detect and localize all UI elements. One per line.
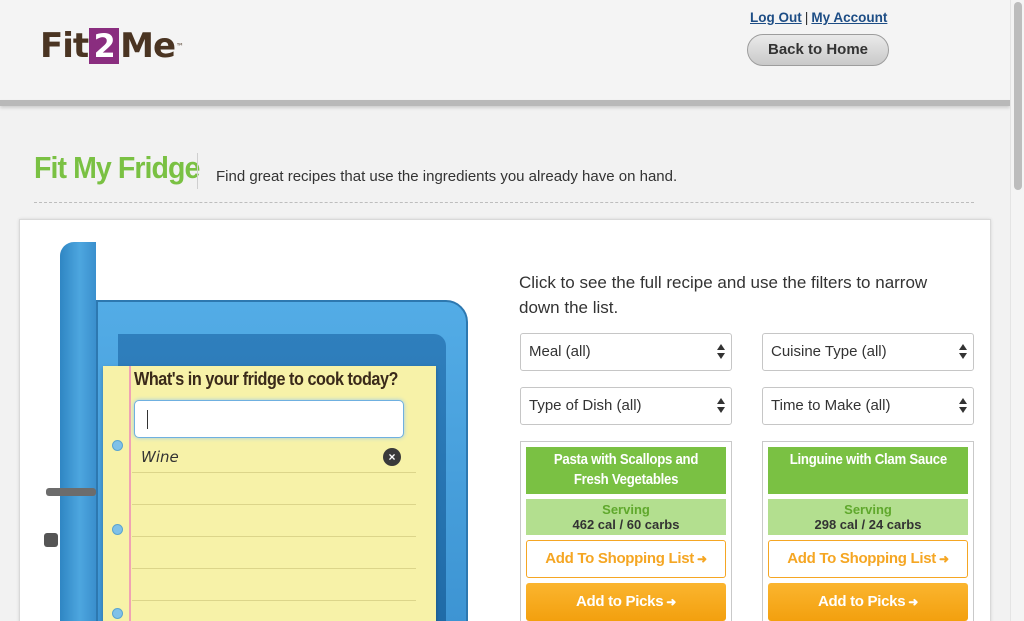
account-links: Log Out | My Account [750, 9, 887, 25]
notepad-line [132, 536, 416, 537]
serving-info: Serving 462 cal / 60 carbs [526, 499, 726, 535]
ingredient-item: Wine [141, 448, 179, 466]
page-scrollbar[interactable] [1010, 0, 1024, 621]
serving-label: Serving [844, 502, 892, 517]
arrow-right-icon: ➜ [908, 595, 918, 609]
dish-filter-value: Type of Dish (all) [529, 397, 642, 414]
fit2me-logo[interactable]: Fit 2 Me ™ [40, 26, 184, 66]
logo-part-me: Me [120, 26, 176, 66]
logo-part-fit: Fit [40, 26, 89, 66]
serving-label: Serving [602, 502, 650, 517]
fridge-door-illustration [60, 242, 96, 621]
picks-label: Add to Picks [575, 593, 664, 610]
recipe-card: Pasta with Scallops and Fresh Vegetables… [520, 441, 732, 621]
meal-filter-select[interactable]: Meal (all) [520, 333, 732, 371]
recipe-title-text: Linguine with Clam Sauce [789, 451, 947, 468]
fridge-prompt: What's in your fridge to cook today? [134, 369, 398, 389]
dish-filter-select[interactable]: Type of Dish (all) [520, 387, 732, 425]
site-header: Fit 2 Me ™ Log Out | My Account Back to Ho… [0, 0, 1010, 100]
my-account-link[interactable]: My Account [811, 10, 887, 25]
fridge-handle-icon [44, 533, 58, 547]
page-description: Find great recipes that use the ingredie… [216, 168, 678, 185]
shopping-list-label: Add To Shopping List [787, 550, 936, 567]
serving-value: 298 cal / 24 carbs [814, 517, 922, 532]
notepad-line [132, 504, 416, 505]
add-to-picks-button[interactable]: Add to Picks ➜ [526, 583, 726, 621]
remove-ingredient-icon[interactable]: × [383, 448, 401, 466]
arrow-right-icon: ➜ [666, 595, 676, 609]
link-separator: | [804, 9, 809, 25]
add-to-shopping-list-button[interactable]: Add To Shopping List ➜ [526, 540, 726, 578]
notepad-line [132, 600, 416, 601]
recipe-title-text: Pasta with Scallops and Fresh Vegetables [553, 451, 699, 488]
shopping-list-label: Add To Shopping List [545, 550, 694, 567]
results-instructions: Click to see the full recipe and use the… [519, 273, 928, 317]
serving-value: 462 cal / 60 carbs [572, 517, 680, 532]
fridge-hinge-icon [46, 488, 96, 496]
logout-link[interactable]: Log Out [750, 10, 802, 25]
picks-label: Add to Picks [817, 593, 906, 610]
add-to-picks-button[interactable]: Add to Picks ➜ [768, 583, 968, 621]
back-to-home-button[interactable]: Back to Home [747, 34, 889, 66]
notepad-line [132, 568, 416, 569]
logo-part-2: 2 [89, 28, 120, 64]
serving-info: Serving 298 cal / 24 carbs [768, 499, 968, 535]
arrow-right-icon: ➜ [696, 552, 707, 566]
recipe-title[interactable]: Linguine with Clam Sauce [768, 447, 968, 494]
title-divider [197, 153, 198, 189]
notepad-hole-icon [112, 608, 123, 619]
logo-trademark: ™ [176, 41, 184, 51]
meal-filter-value: Meal (all) [529, 343, 591, 360]
recipe-title[interactable]: Pasta with Scallops and Fresh Vegetables [526, 447, 726, 494]
add-to-shopping-list-button[interactable]: Add To Shopping List ➜ [768, 540, 968, 578]
page-title: Fit My Fridge [34, 150, 200, 185]
dashed-divider [34, 202, 974, 203]
time-filter-value: Time to Make (all) [771, 397, 891, 414]
cuisine-filter-value: Cuisine Type (all) [771, 343, 887, 360]
time-filter-select[interactable]: Time to Make (all) [762, 387, 974, 425]
header-divider [0, 100, 1010, 106]
notepad-line [132, 472, 416, 473]
ingredient-notepad: What's in your fridge to cook today? Win… [103, 366, 436, 621]
recipe-card: Linguine with Clam Sauce Serving 298 cal… [762, 441, 974, 621]
text-caret [147, 410, 148, 429]
ingredient-input[interactable] [134, 400, 404, 438]
notepad-hole-icon [112, 440, 123, 451]
notepad-hole-icon [112, 524, 123, 535]
scrollbar-thumb[interactable] [1014, 2, 1022, 190]
notepad-margin-line [129, 366, 131, 621]
cuisine-filter-select[interactable]: Cuisine Type (all) [762, 333, 974, 371]
arrow-right-icon: ➜ [938, 552, 949, 566]
